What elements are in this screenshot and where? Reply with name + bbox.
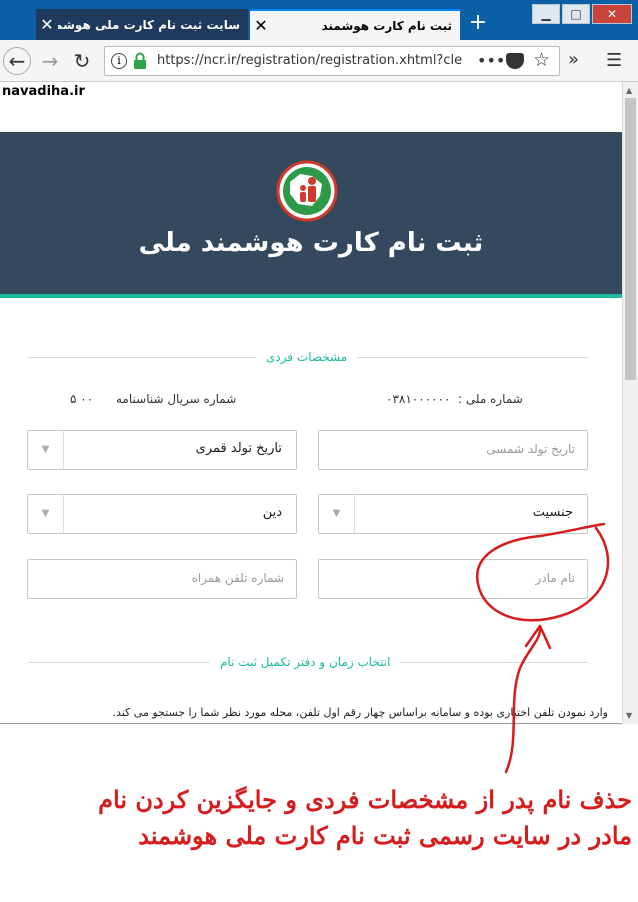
reload-button[interactable]: ↻: [68, 47, 96, 75]
url-text: https://ncr.ir/registration/registration…: [157, 53, 463, 68]
new-tab-button[interactable]: +: [466, 12, 490, 36]
chevron-down-icon: ▼: [28, 495, 64, 533]
annotation-caption: حذف نام پدر از مشخصات فردی و جایگزین کرد…: [6, 782, 632, 854]
gender-value: جنسیت: [532, 505, 573, 520]
address-bar[interactable]: i https://ncr.ir/registration/registrati…: [104, 46, 560, 76]
page-title: ثبت نام کارت هوشمند ملی: [138, 228, 484, 258]
mobile-phone-placeholder: شماره تلفن همراه: [191, 571, 284, 585]
tab-title: سایت ثبت نام کارت ملی هوشمند ncr.ir: [58, 17, 240, 32]
serial-label: شماره سریال شناسنامه: [116, 392, 237, 406]
more-icon[interactable]: •••: [477, 51, 505, 70]
close-icon[interactable]: ✕: [250, 16, 272, 35]
religion-value: دین: [262, 505, 282, 520]
pocket-icon[interactable]: [506, 53, 524, 69]
scroll-down-icon[interactable]: ▼: [626, 711, 632, 720]
section-title-personal: مشخصات فردی: [256, 350, 358, 364]
menu-icon[interactable]: ☰: [606, 50, 622, 71]
caption-line-1: حذف نام پدر از مشخصات فردی و جایگزین کرد…: [98, 785, 632, 814]
vertical-scrollbar[interactable]: ▲ ▼: [622, 82, 638, 724]
religion-select[interactable]: ▼ دین: [27, 494, 297, 534]
maximize-icon[interactable]: □: [562, 4, 590, 24]
minimize-icon[interactable]: ▁: [532, 4, 560, 24]
back-button[interactable]: ←: [3, 47, 31, 75]
header-banner: ثبت نام کارت هوشمند ملی: [0, 132, 622, 298]
serial-value: ۵ ۰۰: [70, 392, 94, 406]
info-icon[interactable]: i: [111, 53, 127, 69]
page-viewport: navadiha.ir ثبت نام کارت هوشمند ملی مشخص…: [0, 82, 622, 724]
chevron-down-icon: ▼: [28, 431, 64, 469]
chevron-down-icon: ▼: [319, 495, 355, 533]
tab-ncr[interactable]: سایت ثبت نام کارت ملی هوشمند ncr.ir ✕: [36, 9, 248, 40]
logo-icon: [276, 160, 338, 222]
tab-registration[interactable]: ثبت نام کارت هوشمند ✕: [250, 9, 460, 40]
mother-name-input[interactable]: نام مادر: [318, 559, 588, 599]
mother-name-placeholder: نام مادر: [535, 571, 575, 585]
overflow-icon[interactable]: »: [568, 49, 579, 70]
phone-note: وارد نمودن تلفن اختیاری بوده و سامانه بر…: [112, 706, 608, 719]
window-controls: ▁ □ ✕: [532, 4, 632, 24]
section-title-schedule: انتخاب زمان و دفتر تکمیل ثبت نام: [210, 655, 401, 669]
lock-icon: [134, 52, 146, 69]
birth-date-solar-input[interactable]: تاریخ تولد شمسی: [318, 430, 588, 470]
birth-date-lunar-value: تاریخ تولد قمری: [195, 441, 282, 456]
tab-title: ثبت نام کارت هوشمند: [321, 18, 452, 33]
gender-select[interactable]: ▼ جنسیت: [318, 494, 588, 534]
star-icon[interactable]: ☆: [533, 49, 550, 71]
national-id-value: ۰۳۸۱۰۰۰۰۰۰: [386, 392, 451, 406]
watermark: navadiha.ir: [2, 84, 85, 99]
forward-button[interactable]: →: [36, 47, 64, 75]
mobile-phone-input[interactable]: شماره تلفن همراه: [27, 559, 297, 599]
navigation-bar: ← → ↻ i https://ncr.ir/registration/regi…: [0, 40, 638, 82]
window-close-icon[interactable]: ✕: [592, 4, 632, 24]
birth-date-solar-placeholder: تاریخ تولد شمسی: [486, 442, 575, 456]
caption-line-2: مادر در سایت رسمی ثبت نام کارت ملی هوشمن…: [138, 821, 632, 850]
close-icon[interactable]: ✕: [36, 15, 58, 34]
scroll-up-icon[interactable]: ▲: [626, 86, 632, 95]
birth-date-lunar-select[interactable]: ▼ تاریخ تولد قمری: [27, 430, 297, 470]
browser-titlebar: سایت ثبت نام کارت ملی هوشمند ncr.ir ✕ ثب…: [0, 0, 638, 40]
scroll-thumb[interactable]: [625, 98, 636, 380]
national-id-label: شماره ملی :: [458, 392, 523, 406]
